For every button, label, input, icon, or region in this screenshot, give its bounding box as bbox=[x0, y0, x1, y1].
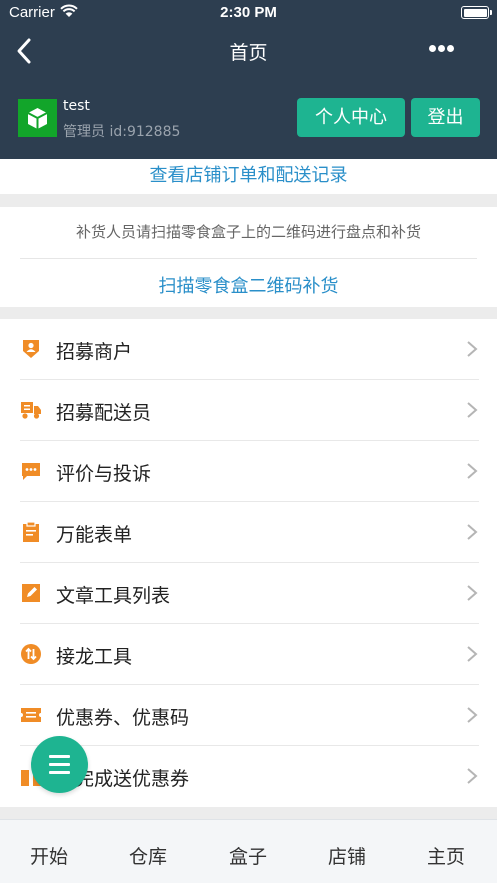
store-records-card: 查看店铺订单和配送记录 bbox=[0, 159, 497, 194]
menu-item-label: 优惠券、优惠码 bbox=[56, 707, 190, 729]
menu-list: 招募商户 招募配送员 评价与投诉 万能表单 文章工具列表 接龙工具 优惠券、优惠… bbox=[0, 319, 497, 807]
tab-box[interactable]: 盒子 bbox=[218, 842, 278, 869]
tab-home[interactable]: 主页 bbox=[416, 842, 476, 869]
clipboard-icon bbox=[23, 522, 39, 542]
chevron-right-icon bbox=[467, 463, 478, 479]
delivery-truck-icon bbox=[21, 402, 41, 419]
page-title: 首页 bbox=[229, 42, 268, 64]
menu-item-label: 评价与投诉 bbox=[56, 463, 152, 485]
menu-item-label: 招募商户 bbox=[56, 341, 133, 363]
clock: 2:30 PM bbox=[220, 4, 277, 21]
tab-bar: 开始 仓库 盒子 店铺 主页 bbox=[0, 819, 497, 883]
menu-item-label: 招募配送员 bbox=[56, 402, 152, 424]
battery-icon bbox=[461, 6, 492, 19]
user-role: 管理员 id:912885 bbox=[63, 124, 181, 140]
merchant-shield-icon bbox=[23, 340, 39, 358]
personal-center-button[interactable]: 个人中心 bbox=[297, 98, 405, 137]
menu-item-reviews[interactable]: 评价与投诉 bbox=[0, 441, 497, 502]
menu-item-recruit-courier[interactable]: 招募配送员 bbox=[0, 380, 497, 441]
status-bar: Carrier 2:30 PM bbox=[0, 0, 497, 26]
avatar bbox=[18, 99, 57, 137]
chevron-right-icon bbox=[467, 585, 478, 601]
divider bbox=[20, 258, 477, 259]
cube-icon bbox=[27, 108, 48, 129]
user-name: test bbox=[63, 98, 90, 114]
tab-start[interactable]: 开始 bbox=[19, 842, 79, 869]
menu-item-relay[interactable]: 接龙工具 bbox=[0, 624, 497, 685]
chevron-right-icon bbox=[467, 524, 478, 540]
edit-icon bbox=[22, 584, 40, 602]
header: Carrier 2:30 PM 首页 test 管理员 id:912885 个人… bbox=[0, 0, 497, 159]
menu-item-label: 接龙工具 bbox=[56, 646, 133, 668]
menu-item-form[interactable]: 万能表单 bbox=[0, 502, 497, 563]
menu-item-label: 万能表单 bbox=[56, 524, 133, 546]
menu-item-articles[interactable]: 文章工具列表 bbox=[0, 563, 497, 624]
menu-fab-button[interactable] bbox=[31, 736, 88, 793]
coupon-icon bbox=[21, 708, 41, 722]
chevron-right-icon bbox=[467, 402, 478, 418]
restock-card: 补货人员请扫描零食盒子上的二维码进行盘点和补货 扫描零食盒二维码补货 bbox=[0, 207, 497, 307]
relay-icon bbox=[21, 644, 41, 664]
menu-item-coupons[interactable]: 优惠券、优惠码 bbox=[0, 685, 497, 746]
menu-item-recruit-merchant[interactable]: 招募商户 bbox=[0, 319, 497, 380]
comment-icon bbox=[22, 463, 40, 480]
more-dots-icon[interactable] bbox=[429, 45, 455, 53]
chevron-right-icon bbox=[467, 646, 478, 662]
chevron-right-icon bbox=[467, 341, 478, 357]
hamburger-icon bbox=[49, 755, 70, 758]
logout-button[interactable]: 登出 bbox=[411, 98, 480, 137]
chevron-right-icon bbox=[467, 707, 478, 723]
tab-store[interactable]: 店铺 bbox=[317, 842, 377, 869]
chevron-right-icon bbox=[467, 768, 478, 784]
scan-restock-link[interactable]: 扫描零食盒二维码补货 bbox=[0, 272, 497, 298]
store-records-link[interactable]: 查看店铺订单和配送记录 bbox=[0, 161, 497, 187]
restock-hint: 补货人员请扫描零食盒子上的二维码进行盘点和补货 bbox=[75, 223, 421, 241]
tab-warehouse[interactable]: 仓库 bbox=[118, 842, 178, 869]
menu-item-label: 文章工具列表 bbox=[56, 585, 171, 607]
